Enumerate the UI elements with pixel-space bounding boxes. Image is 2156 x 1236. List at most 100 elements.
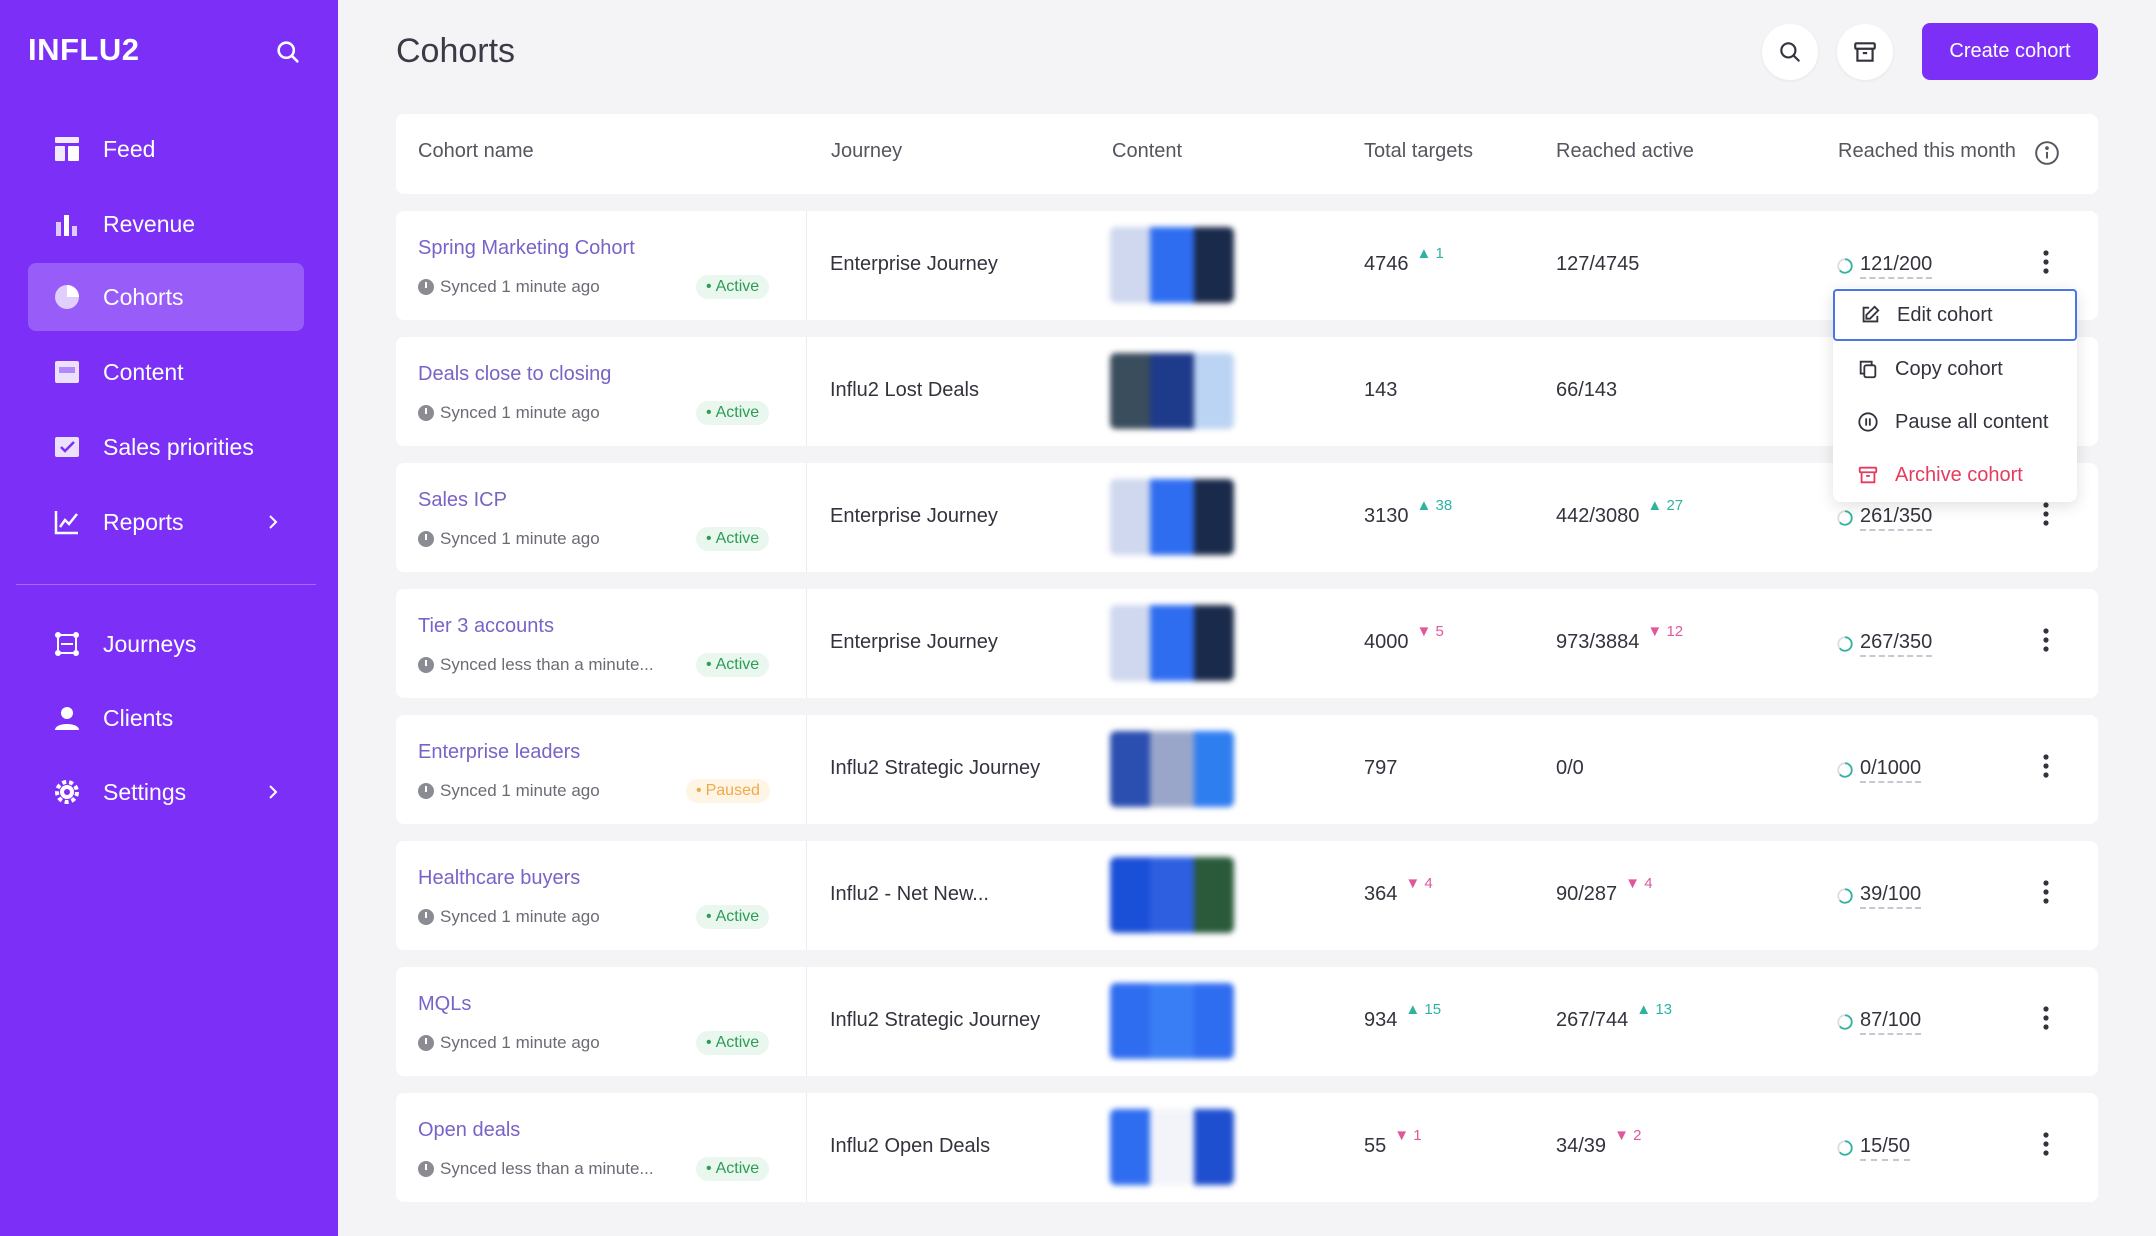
content-thumbnail[interactable]	[1110, 227, 1234, 303]
status-badge: • Active	[696, 275, 770, 299]
copy-cohort-menu-item[interactable]: Copy cohort	[1833, 343, 2077, 395]
delta-down-indicator: ▼ 12	[1647, 623, 1684, 640]
table-row[interactable]: Enterprise leaders Synced 1 minute ago •…	[396, 715, 2098, 824]
sidebar-item-settings[interactable]: Settings	[28, 758, 304, 826]
column-divider	[806, 967, 807, 1076]
status-badge: • Active	[696, 1031, 770, 1055]
journey-name: Influ2 Strategic Journey	[830, 757, 1041, 779]
more-actions-icon[interactable]	[2036, 247, 2056, 277]
table-row[interactable]: Healthcare buyers Synced 1 minute ago • …	[396, 841, 2098, 950]
column-header[interactable]: Reached this month	[1838, 140, 2016, 163]
pause-all-content-menu-item[interactable]: Pause all content	[1833, 396, 2077, 448]
sidebar-item-label: Revenue	[103, 210, 196, 237]
checkbox-icon	[52, 432, 82, 462]
sidebar-item-content[interactable]: Content	[28, 338, 304, 406]
column-divider	[806, 841, 807, 950]
cohort-name-link[interactable]: Deals close to closing	[418, 363, 611, 386]
edit-cohort-menu-item[interactable]: Edit cohort	[1833, 289, 2077, 341]
more-actions-icon[interactable]	[2036, 751, 2056, 781]
archive-button[interactable]	[1837, 24, 1893, 80]
create-cohort-button[interactable]: Create cohort	[1922, 23, 2098, 80]
cohort-name-link[interactable]: Healthcare buyers	[418, 867, 580, 890]
table-row[interactable]: MQLs Synced 1 minute ago • Active Influ2…	[396, 967, 2098, 1076]
cohort-name-link[interactable]: Sales ICP	[418, 489, 507, 512]
more-actions-icon[interactable]	[2036, 625, 2056, 655]
total-targets: 3130	[1364, 505, 1409, 527]
sidebar-item-reports[interactable]: Reports	[28, 488, 304, 556]
reached-this-month[interactable]: 261/350	[1836, 505, 1933, 531]
reached-this-month[interactable]: 87/100	[1836, 1009, 1922, 1035]
search-icon[interactable]	[274, 38, 302, 66]
delta-down-indicator: ▼ 4	[1405, 875, 1433, 892]
sidebar-item-cohorts[interactable]: Cohorts	[28, 263, 304, 331]
sidebar-item-clients[interactable]: Clients	[28, 684, 304, 752]
clock-icon	[418, 783, 434, 799]
reached-active: 90/287	[1556, 883, 1618, 905]
sidebar-item-feed[interactable]: Feed	[28, 115, 304, 183]
status-label: Active	[715, 404, 760, 421]
status-badge: • Active	[696, 401, 770, 425]
reached-this-month[interactable]: 267/350	[1836, 631, 1933, 657]
journey-name: Enterprise Journey	[830, 631, 998, 653]
table-row[interactable]: Tier 3 accounts Synced less than a minut…	[396, 589, 2098, 698]
reached-active: 0/0	[1556, 757, 1584, 779]
reached-this-month[interactable]: 39/100	[1836, 883, 1922, 909]
more-actions-icon[interactable]	[2036, 1003, 2056, 1033]
content-thumbnail[interactable]	[1110, 1109, 1234, 1185]
cohort-name-link[interactable]: Tier 3 accounts	[418, 615, 554, 638]
cohort-name-link[interactable]: MQLs	[418, 993, 471, 1016]
progress-ring-icon	[1837, 1140, 1853, 1156]
sidebar-item-revenue[interactable]: Revenue	[28, 190, 304, 258]
more-actions-icon[interactable]	[2036, 499, 2056, 529]
cohort-name-link[interactable]: Open deals	[418, 1119, 520, 1142]
sync-status: Synced 1 minute ago	[418, 907, 600, 927]
content-thumbnail[interactable]	[1110, 983, 1234, 1059]
reached-this-month[interactable]: 15/50	[1836, 1135, 1911, 1161]
line-chart-icon	[52, 507, 82, 537]
clock-icon	[418, 531, 434, 547]
chevron-right-icon	[269, 515, 278, 529]
column-header[interactable]: Journey	[831, 140, 902, 163]
sidebar-item-sales-priorities[interactable]: Sales priorities	[28, 413, 304, 481]
reached-month-value: 87/100	[1860, 1009, 1922, 1035]
sync-text: Synced 1 minute ago	[440, 277, 600, 296]
clock-icon	[418, 405, 434, 421]
journey-name: Enterprise Journey	[830, 505, 998, 527]
cohort-name-link[interactable]: Enterprise leaders	[418, 741, 580, 764]
chevron-right-icon	[269, 785, 278, 799]
delta-up-indicator: ▲ 1	[1416, 245, 1444, 262]
reached-this-month[interactable]: 0/1000	[1836, 757, 1922, 783]
menu-item-label: Edit cohort	[1897, 303, 1993, 326]
total-targets: 797	[1364, 757, 1398, 779]
content-thumbnail[interactable]	[1110, 731, 1234, 807]
cohort-name-link[interactable]: Spring Marketing Cohort	[418, 237, 635, 260]
sync-text: Synced less than a minute...	[440, 655, 654, 674]
content-thumbnail[interactable]	[1110, 857, 1234, 933]
reached-this-month[interactable]: 121/200	[1836, 253, 1933, 279]
content-thumbnail[interactable]	[1110, 605, 1234, 681]
sync-text: Synced 1 minute ago	[440, 1033, 600, 1052]
sync-status: Synced 1 minute ago	[418, 781, 600, 801]
archive-cohort-menu-item[interactable]: Archive cohort	[1833, 449, 2077, 501]
more-actions-icon[interactable]	[2036, 877, 2056, 907]
status-badge: • Paused	[686, 779, 770, 803]
clock-icon	[418, 279, 434, 295]
more-actions-icon[interactable]	[2036, 1129, 2056, 1159]
content-thumbnail[interactable]	[1110, 479, 1234, 555]
content-thumbnail[interactable]	[1110, 353, 1234, 429]
column-header[interactable]: Reached active	[1556, 140, 1694, 163]
column-header[interactable]: Cohort name	[418, 140, 534, 163]
status-badge: • Active	[696, 653, 770, 677]
column-header[interactable]: Content	[1112, 140, 1182, 163]
status-label: Active	[715, 656, 760, 673]
pause-icon	[1858, 412, 1878, 432]
search-button[interactable]	[1762, 24, 1818, 80]
info-icon[interactable]	[2034, 140, 2060, 166]
sync-text: Synced 1 minute ago	[440, 529, 600, 548]
reached-month-value: 15/50	[1860, 1135, 1911, 1161]
feed-icon	[52, 134, 82, 164]
column-header[interactable]: Total targets	[1364, 140, 1473, 163]
table-row[interactable]: Open deals Synced less than a minute... …	[396, 1093, 2098, 1202]
page-title: Cohorts	[396, 32, 516, 70]
sidebar-item-journeys[interactable]: Journeys	[28, 610, 304, 678]
